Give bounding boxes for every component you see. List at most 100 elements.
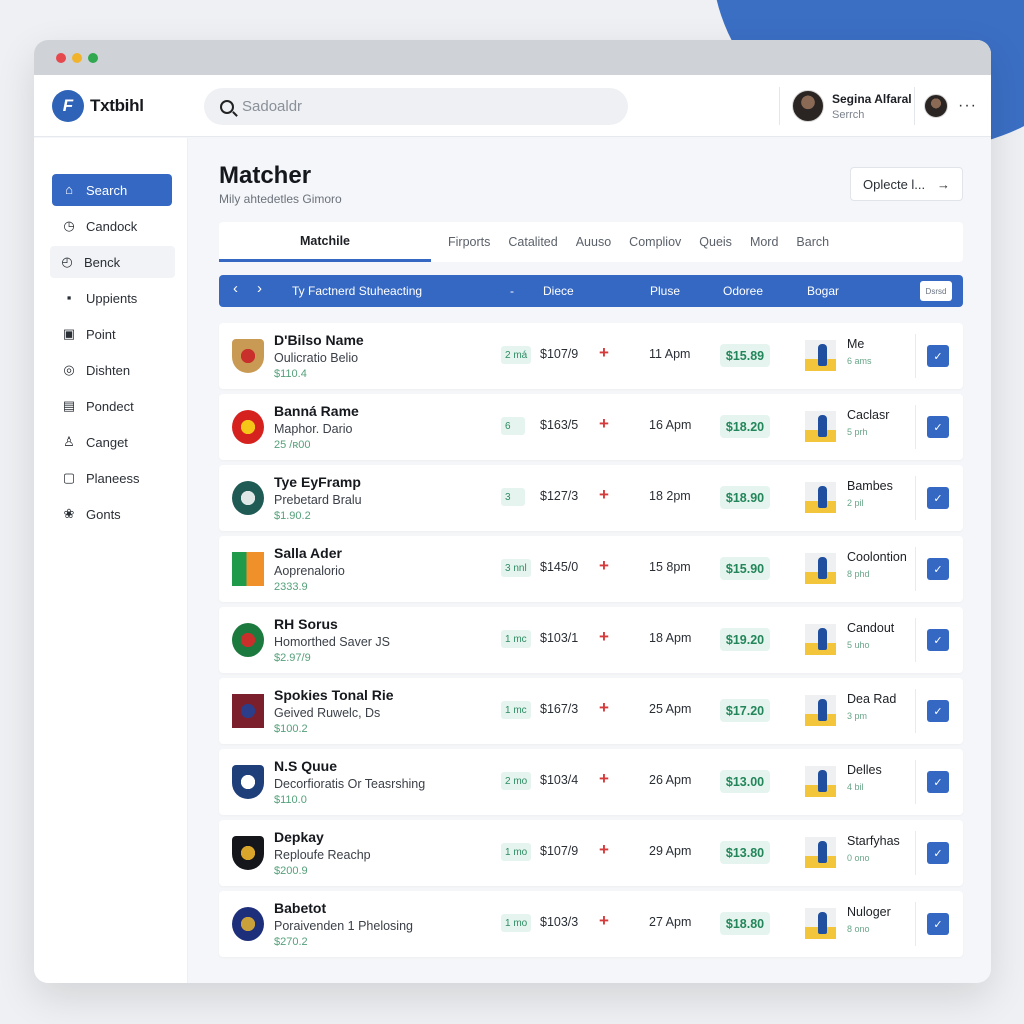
tab-catalited[interactable]: Catalited bbox=[499, 235, 566, 249]
team-crest-icon bbox=[232, 765, 264, 799]
add-icon[interactable]: + bbox=[599, 343, 609, 363]
column-header-pluse[interactable]: Pluse bbox=[650, 284, 680, 298]
table-row[interactable]: Spokies Tonal Rie Geived Ruwelc, Ds $100… bbox=[219, 678, 963, 744]
search-bar[interactable] bbox=[204, 88, 628, 125]
table-row[interactable]: Tye EyFramp Prebetard Bralu $1.90.2 3 $1… bbox=[219, 465, 963, 531]
table-row[interactable]: N.S Quue Decorfioratis Or Teasrshing $11… bbox=[219, 749, 963, 815]
window-maximize-button[interactable] bbox=[88, 52, 98, 63]
add-icon[interactable]: + bbox=[599, 414, 609, 434]
team-name: Banná Rame bbox=[274, 403, 359, 419]
team-name: RH Sorus bbox=[274, 616, 338, 632]
page-title: Matcher bbox=[219, 162, 312, 189]
tab-matchile[interactable]: Matchile bbox=[219, 222, 431, 262]
sidebar-item-search[interactable]: ⌂ Search bbox=[52, 174, 172, 206]
column-header-diece[interactable]: Diece bbox=[543, 284, 574, 298]
column-header-bogar[interactable]: Bogar bbox=[807, 284, 839, 298]
tab-mord[interactable]: Mord bbox=[741, 235, 787, 249]
sidebar-item-pondect[interactable]: ▤ Pondect bbox=[52, 390, 172, 422]
table-row[interactable]: RH Sorus Homorthed Saver JS $2.97/9 1 mc… bbox=[219, 607, 963, 673]
sidebar-item-label: Point bbox=[86, 326, 116, 342]
odds-value: $167/3 bbox=[540, 702, 579, 716]
table-row[interactable]: Salla Ader Aoprenalorio 2333.9 3 nnl $14… bbox=[219, 536, 963, 602]
chevron-right-icon[interactable]: › bbox=[257, 280, 262, 297]
tab-queis[interactable]: Queis bbox=[690, 235, 741, 249]
player-label: Bambes bbox=[847, 479, 893, 493]
team-crest-icon bbox=[232, 907, 264, 941]
odds-value: $127/3 bbox=[540, 489, 579, 503]
add-icon[interactable]: + bbox=[599, 698, 609, 718]
team-crest-icon bbox=[232, 339, 264, 373]
secondary-avatar[interactable] bbox=[924, 94, 948, 118]
user-subtitle: Serrch bbox=[832, 108, 865, 121]
price-badge: $13.00 bbox=[720, 770, 770, 793]
sidebar-item-benck[interactable]: ◴ Benck bbox=[50, 246, 175, 278]
odds-value: $107/9 bbox=[540, 844, 579, 858]
table-row[interactable]: Babetot Poraivenden 1 Phelosing $270.2 1… bbox=[219, 891, 963, 957]
sidebar-item-canget[interactable]: ♙ Canget bbox=[52, 426, 172, 458]
add-icon[interactable]: + bbox=[599, 485, 609, 505]
select-checkbox[interactable]: ✓ bbox=[927, 558, 949, 580]
player-sublabel: 8 ono bbox=[847, 924, 870, 934]
search-input[interactable] bbox=[242, 98, 602, 115]
select-checkbox[interactable]: ✓ bbox=[927, 345, 949, 367]
window-minimize-button[interactable] bbox=[72, 52, 82, 63]
player-sublabel: 3 pm bbox=[847, 711, 868, 721]
match-time: 25 Apm bbox=[649, 702, 692, 716]
select-checkbox[interactable]: ✓ bbox=[927, 842, 949, 864]
select-checkbox[interactable]: ✓ bbox=[927, 629, 949, 651]
select-checkbox[interactable]: ✓ bbox=[927, 700, 949, 722]
history-icon: ◴ bbox=[61, 254, 73, 269]
app-logo[interactable]: F Txtbihl bbox=[52, 90, 144, 122]
app-window: F Txtbihl Segina Alfaral Serrch ··· ⌂ Se… bbox=[34, 40, 991, 983]
team-price: $270.2 bbox=[274, 936, 308, 948]
team-name: Salla Ader bbox=[274, 545, 342, 561]
tab-bar: Matchile Firports Catalited Auuso Compli… bbox=[219, 222, 963, 262]
add-icon[interactable]: + bbox=[599, 627, 609, 647]
row-divider bbox=[915, 618, 916, 662]
chevron-left-icon[interactable]: ‹ bbox=[233, 280, 238, 297]
duration-badge: 2 mo bbox=[501, 772, 532, 790]
add-icon[interactable]: + bbox=[599, 769, 609, 789]
tab-firports[interactable]: Firports bbox=[439, 235, 499, 249]
header-action-button[interactable]: Dsrsd bbox=[920, 281, 952, 301]
select-checkbox[interactable]: ✓ bbox=[927, 416, 949, 438]
select-checkbox[interactable]: ✓ bbox=[927, 487, 949, 509]
add-icon[interactable]: + bbox=[599, 556, 609, 576]
sidebar-item-gonts[interactable]: ❀ Gonts bbox=[52, 498, 172, 530]
team-name: N.S Quue bbox=[274, 758, 338, 774]
add-icon[interactable]: + bbox=[599, 840, 609, 860]
player-label: Caclasr bbox=[847, 408, 890, 422]
table-row[interactable]: D'Bilso Name Oulicratio Belio $110.4 2 m… bbox=[219, 323, 963, 389]
row-divider bbox=[915, 547, 916, 591]
row-divider bbox=[915, 334, 916, 378]
team-crest-icon bbox=[232, 694, 264, 728]
price-badge: $15.90 bbox=[720, 557, 770, 580]
sidebar-item-candock[interactable]: ◷ Candock bbox=[52, 210, 172, 242]
sidebar-item-planeess[interactable]: ▢ Planeess bbox=[52, 462, 172, 494]
tab-auuso[interactable]: Auuso bbox=[567, 235, 620, 249]
sidebar-item-dishten[interactable]: ◎ Dishten bbox=[52, 354, 172, 386]
sidebar-item-label: Candock bbox=[86, 218, 138, 234]
tab-compliov[interactable]: Compliov bbox=[620, 235, 690, 249]
tab-barch[interactable]: Barch bbox=[787, 235, 838, 249]
user-profile[interactable]: Segina Alfaral Serrch bbox=[792, 90, 912, 122]
table-header: ‹ › Ty Factnerd Stuheacting - Diece Plus… bbox=[219, 275, 963, 307]
select-checkbox[interactable]: ✓ bbox=[927, 771, 949, 793]
row-divider bbox=[915, 405, 916, 449]
table-row[interactable]: Banná Rame Maphor. Dario 25 /ʀ00 6 $163/… bbox=[219, 394, 963, 460]
sidebar-item-uppients[interactable]: ▪ Uppients bbox=[52, 282, 172, 314]
more-options-icon[interactable]: ··· bbox=[958, 98, 977, 114]
add-icon[interactable]: + bbox=[599, 911, 609, 931]
select-checkbox[interactable]: ✓ bbox=[927, 913, 949, 935]
account-menu[interactable]: ··· bbox=[924, 94, 977, 118]
team-price: 25 /ʀ00 bbox=[274, 439, 311, 451]
table-row[interactable]: Depkay Reploufe Reachp $200.9 1 mo $107/… bbox=[219, 820, 963, 886]
odds-value: $145/0 bbox=[540, 560, 579, 574]
column-header-odoree[interactable]: Odoree bbox=[723, 284, 763, 298]
sidebar-item-point[interactable]: ▣ Point bbox=[52, 318, 172, 350]
sidebar-item-label: Uppients bbox=[86, 290, 138, 306]
team-price: $1.90.2 bbox=[274, 510, 311, 522]
window-close-button[interactable] bbox=[56, 52, 66, 63]
action-button[interactable]: Oplecte l... → bbox=[850, 167, 963, 201]
player-sublabel: 5 uho bbox=[847, 640, 870, 650]
